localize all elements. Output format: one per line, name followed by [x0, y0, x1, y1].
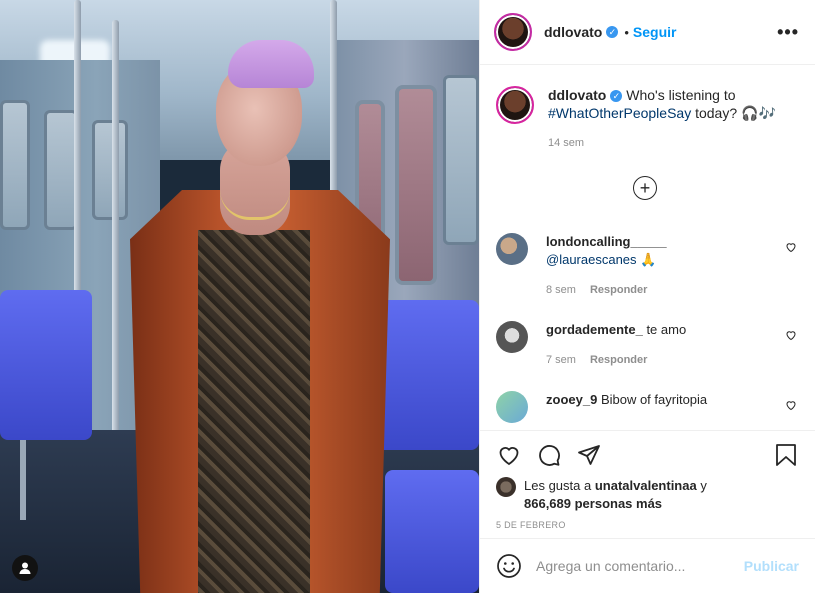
caption-avatar[interactable] — [496, 86, 534, 124]
photo-window — [44, 110, 78, 230]
post-photo[interactable] — [0, 0, 479, 593]
add-circle-icon[interactable]: + — [633, 176, 657, 200]
comment-item: gordademente_ te amo 7 sem Responder — [496, 321, 799, 369]
post-dialog: ddlovato ✓ • Seguir ••• ddlovato ✓ Who's … — [0, 0, 815, 593]
author-avatar[interactable] — [494, 13, 532, 51]
publish-button[interactable]: Publicar — [744, 558, 799, 574]
person-hair — [228, 40, 314, 88]
caption-text-after: today? 🎧🎶 — [695, 105, 776, 121]
share-icon[interactable] — [576, 442, 602, 468]
comment-username[interactable]: londoncalling_____ — [546, 234, 667, 249]
comment-avatar[interactable] — [496, 391, 528, 423]
comment-avatar[interactable] — [496, 233, 528, 265]
liker-username[interactable]: unatalvalentinaa — [595, 478, 697, 493]
photo-seat-leg — [20, 440, 26, 520]
author-username[interactable]: ddlovato — [544, 24, 602, 40]
reply-button[interactable]: Responder — [590, 354, 647, 366]
likes-count[interactable]: 866,689 personas más — [524, 496, 662, 511]
photo-pole — [112, 20, 119, 440]
comments-list[interactable]: ddlovato ✓ Who's listening to #WhatOtherP… — [480, 65, 815, 430]
heart-icon[interactable] — [785, 241, 799, 299]
user-tag-icon[interactable] — [12, 555, 38, 581]
comment-icon[interactable] — [536, 442, 562, 468]
caption-hashtag[interactable]: #WhatOtherPeopleSay — [548, 105, 691, 121]
comment-username[interactable]: gordademente_ — [546, 322, 643, 337]
comment-item: londoncalling_____ @lauraescanes 🙏 8 sem… — [496, 233, 799, 299]
caption-text: Who's listening to — [626, 87, 736, 103]
person-dress — [198, 230, 310, 593]
likes-prefix: Les gusta a — [524, 478, 592, 493]
comment-avatar[interactable] — [496, 321, 528, 353]
comment-time[interactable]: 7 sem — [546, 354, 576, 366]
likes-summary: Les gusta a unatalvalentinaa y 866,689 p… — [496, 477, 799, 513]
verified-icon: ✓ — [606, 26, 619, 38]
photo-window — [0, 100, 30, 230]
comment-time[interactable]: 8 sem — [546, 284, 576, 296]
comment-item: zooey_9 Bibow of fayritopia — [496, 391, 799, 423]
reply-button[interactable]: Responder — [590, 284, 647, 296]
emoji-icon[interactable] — [496, 553, 522, 579]
add-comment-bar: Publicar — [480, 538, 815, 593]
heart-icon[interactable] — [785, 329, 799, 369]
post-caption: ddlovato ✓ Who's listening to #WhatOtherP… — [496, 65, 799, 152]
heart-icon[interactable] — [785, 399, 799, 423]
heart-icon[interactable] — [496, 442, 522, 468]
comment-text: @lauraescanes 🙏 — [546, 252, 657, 267]
save-icon[interactable] — [773, 442, 799, 468]
comment-username[interactable]: zooey_9 — [546, 392, 597, 407]
comment-text: Bibow of fayritopia — [600, 392, 708, 407]
more-icon[interactable]: ••• — [777, 22, 799, 43]
post-header: ddlovato ✓ • Seguir ••• — [480, 0, 815, 65]
post-date[interactable]: 5 DE FEBRERO — [496, 520, 799, 530]
photo-window — [443, 75, 479, 245]
comment-text: te amo — [646, 322, 687, 337]
caption-time[interactable]: 14 sem — [548, 134, 799, 152]
liker-avatar[interactable] — [496, 477, 516, 497]
comment-input[interactable] — [536, 558, 744, 574]
photo-seat — [0, 290, 92, 440]
post-side-panel: ddlovato ✓ • Seguir ••• ddlovato ✓ Who's … — [479, 0, 815, 593]
post-actions: Les gusta a unatalvalentinaa y 866,689 p… — [480, 430, 815, 538]
photo-person — [120, 40, 410, 593]
likes-conjunction: y — [700, 478, 707, 493]
verified-icon: ✓ — [610, 90, 623, 102]
header-separator: • — [624, 24, 629, 40]
follow-button[interactable]: Seguir — [633, 24, 677, 40]
caption-username[interactable]: ddlovato — [548, 87, 606, 103]
